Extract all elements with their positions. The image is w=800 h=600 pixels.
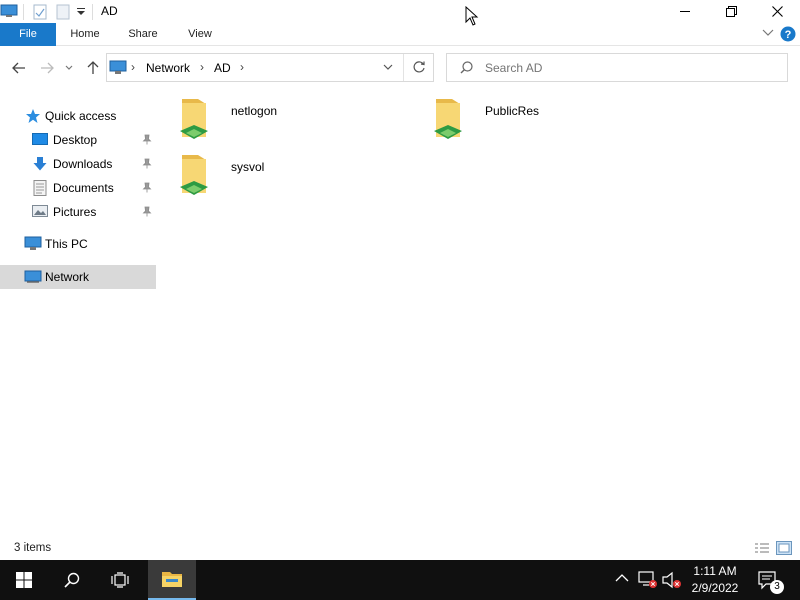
nav-quick-access-label: Quick access bbox=[45, 109, 117, 123]
item-name: PublicRes bbox=[485, 104, 540, 118]
notification-badge: 3 bbox=[770, 580, 784, 594]
address-history-dropdown[interactable] bbox=[383, 64, 393, 71]
search-icon bbox=[460, 61, 473, 74]
nav-item-label: Desktop bbox=[53, 133, 98, 147]
search-input[interactable] bbox=[485, 59, 775, 76]
status-bar: 3 items bbox=[0, 538, 800, 560]
file-explorer-taskbar-button[interactable] bbox=[148, 560, 196, 600]
close-button[interactable] bbox=[754, 0, 800, 23]
this-pc-icon bbox=[24, 236, 42, 251]
nav-network[interactable]: Network bbox=[0, 265, 156, 289]
expand-ribbon-icon[interactable] bbox=[762, 29, 774, 37]
large-icons-view-icon[interactable] bbox=[776, 541, 792, 555]
nav-network-label: Network bbox=[45, 270, 90, 284]
nav-quick-access[interactable]: Quick access bbox=[0, 104, 156, 128]
task-view-button[interactable] bbox=[96, 560, 144, 600]
nav-item-label: Downloads bbox=[53, 157, 113, 171]
nav-item-label: Pictures bbox=[53, 205, 97, 219]
pin-icon[interactable] bbox=[142, 134, 152, 145]
documents-icon bbox=[33, 180, 47, 196]
clock-time: 1:11 AM bbox=[693, 564, 737, 578]
chevron-right-icon[interactable]: › bbox=[200, 60, 204, 74]
pin-icon[interactable] bbox=[142, 206, 152, 217]
item-name: netlogon bbox=[231, 104, 278, 118]
list-item[interactable]: PublicRes bbox=[430, 95, 650, 149]
help-icon[interactable]: ? bbox=[780, 26, 796, 42]
show-hidden-icons-icon[interactable] bbox=[615, 573, 629, 583]
navigation-pane: Quick access Desktop Downloads Documents bbox=[0, 88, 156, 528]
shared-folder-icon bbox=[430, 95, 470, 143]
refresh-icon[interactable] bbox=[412, 60, 426, 74]
tab-share[interactable]: Share bbox=[120, 23, 166, 46]
clock[interactable]: 1:11 AM 2/9/2022 bbox=[682, 563, 748, 597]
breadcrumb-network[interactable]: Network bbox=[146, 61, 190, 75]
customize-toolbar-icon[interactable] bbox=[76, 8, 86, 16]
nav-item-documents[interactable]: Documents bbox=[0, 176, 156, 200]
pictures-icon bbox=[32, 204, 48, 218]
properties-icon[interactable] bbox=[33, 4, 47, 20]
this-pc-icon bbox=[0, 4, 18, 18]
item-name: sysvol bbox=[231, 160, 265, 174]
nav-this-pc[interactable]: This PC bbox=[0, 232, 156, 256]
back-button[interactable] bbox=[9, 58, 29, 78]
nav-this-pc-label: This PC bbox=[45, 237, 88, 251]
ribbon-tabs: File Home Share View ? bbox=[0, 23, 800, 46]
breadcrumb-ad[interactable]: AD bbox=[214, 61, 231, 75]
search-button[interactable] bbox=[48, 560, 96, 600]
search-box[interactable] bbox=[446, 53, 788, 82]
volume-muted-icon[interactable] bbox=[662, 571, 682, 589]
network-status-icon[interactable] bbox=[638, 571, 658, 589]
item-count: 3 items bbox=[14, 542, 52, 554]
chevron-right-icon[interactable]: › bbox=[240, 60, 244, 74]
tab-home[interactable]: Home bbox=[62, 23, 108, 46]
divider bbox=[403, 54, 404, 81]
nav-item-downloads[interactable]: Downloads bbox=[0, 152, 156, 176]
desktop-icon bbox=[32, 132, 48, 146]
downloads-icon bbox=[32, 156, 48, 172]
list-item[interactable]: sysvol bbox=[176, 151, 396, 205]
new-folder-icon[interactable] bbox=[56, 4, 70, 20]
star-icon bbox=[25, 108, 41, 124]
tab-file[interactable]: File bbox=[0, 23, 56, 46]
nav-item-label: Documents bbox=[53, 181, 114, 195]
details-view-icon[interactable] bbox=[754, 542, 770, 554]
chevron-right-icon: › bbox=[131, 60, 135, 74]
up-button[interactable] bbox=[83, 58, 103, 78]
minimize-button[interactable] bbox=[662, 0, 708, 23]
svg-text:?: ? bbox=[785, 29, 792, 41]
toolbar-divider bbox=[92, 4, 93, 20]
shared-folder-icon bbox=[176, 151, 216, 199]
network-icon bbox=[109, 60, 127, 75]
network-icon bbox=[24, 269, 42, 284]
clock-date: 2/9/2022 bbox=[691, 581, 739, 595]
taskbar: 1:11 AM 2/9/2022 3 bbox=[0, 560, 800, 600]
toolbar-divider bbox=[23, 4, 24, 20]
forward-button[interactable] bbox=[37, 58, 57, 78]
navigation-bar: › Network › AD › bbox=[0, 46, 800, 88]
pin-icon[interactable] bbox=[142, 182, 152, 193]
maximize-button[interactable] bbox=[708, 0, 754, 23]
title-bar: AD bbox=[0, 0, 800, 23]
recent-locations-button[interactable] bbox=[62, 58, 76, 78]
window-title: AD bbox=[101, 4, 118, 18]
address-bar[interactable]: › Network › AD › bbox=[106, 53, 434, 82]
pin-icon[interactable] bbox=[142, 158, 152, 169]
shared-folder-icon bbox=[176, 95, 216, 143]
tab-view[interactable]: View bbox=[177, 23, 223, 46]
nav-item-pictures[interactable]: Pictures bbox=[0, 200, 156, 224]
mouse-cursor-icon bbox=[465, 6, 479, 26]
list-item[interactable]: netlogon bbox=[176, 95, 396, 149]
nav-item-desktop[interactable]: Desktop bbox=[0, 128, 156, 152]
start-button[interactable] bbox=[0, 560, 48, 600]
